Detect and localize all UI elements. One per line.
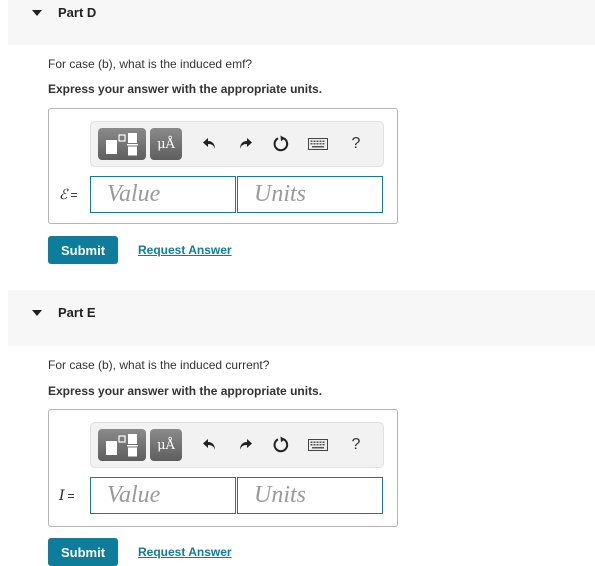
keyboard-button[interactable] <box>306 433 330 457</box>
keyboard-icon <box>308 439 328 451</box>
submit-button[interactable]: Submit <box>48 236 118 264</box>
reset-button[interactable] <box>269 433 293 457</box>
part-d-header[interactable]: Part D <box>8 0 595 45</box>
units-icon: μÅ <box>157 437 175 453</box>
instruction-text: Express your answer with the appropriate… <box>48 384 323 398</box>
variable-label: ℰ = <box>59 187 78 203</box>
value-input[interactable] <box>90 477 236 514</box>
equals-sign: = <box>70 188 78 202</box>
instruction-text: Express your answer with the appropriate… <box>48 82 323 96</box>
help-button[interactable]: ? <box>344 433 368 457</box>
math-toolbar: μÅ ? <box>90 121 384 167</box>
units-button[interactable]: μÅ <box>150 429 182 461</box>
undo-icon <box>203 439 215 450</box>
units-input[interactable] <box>237 477 383 514</box>
math-toolbar: μÅ ? <box>90 422 384 468</box>
templates-icon <box>106 133 138 156</box>
part-title: Part D <box>58 5 97 20</box>
redo-icon <box>240 439 252 450</box>
answer-box: μÅ <box>48 108 398 224</box>
keyboard-icon <box>308 138 328 150</box>
collapse-caret-icon[interactable] <box>32 310 42 316</box>
answer-box: μÅ <box>48 409 398 527</box>
templates-button[interactable] <box>98 128 146 160</box>
question-text: For case (b), what is the induced emf? <box>48 57 253 71</box>
equals-sign: = <box>67 489 75 503</box>
collapse-caret-icon[interactable] <box>32 10 42 16</box>
units-input[interactable] <box>237 176 383 213</box>
undo-button[interactable] <box>198 132 222 156</box>
variable-symbol: ℰ <box>59 187 68 203</box>
part-title: Part E <box>58 305 96 320</box>
redo-icon <box>240 138 252 149</box>
part-e: Part E For case (b), what is the induced… <box>0 290 595 566</box>
reset-icon <box>273 436 289 453</box>
request-answer-link[interactable]: Request Answer <box>138 545 232 559</box>
value-input[interactable] <box>90 176 236 213</box>
question-text: For case (b), what is the induced curren… <box>48 358 270 372</box>
help-icon: ? <box>351 135 361 152</box>
keyboard-button[interactable] <box>306 132 330 156</box>
undo-icon <box>203 138 215 149</box>
submit-button[interactable]: Submit <box>48 538 118 566</box>
help-icon: ? <box>351 436 361 453</box>
variable-label: I = <box>59 488 75 504</box>
help-button[interactable]: ? <box>344 132 368 156</box>
templates-icon <box>106 434 138 457</box>
variable-symbol: I <box>59 488 65 504</box>
reset-icon <box>273 135 289 152</box>
units-button[interactable]: μÅ <box>150 128 182 160</box>
reset-button[interactable] <box>269 132 293 156</box>
templates-button[interactable] <box>98 429 146 461</box>
redo-button[interactable] <box>233 433 257 457</box>
undo-button[interactable] <box>198 433 222 457</box>
units-icon: μÅ <box>157 136 175 152</box>
request-answer-link[interactable]: Request Answer <box>138 243 232 257</box>
part-e-header[interactable]: Part E <box>8 290 595 346</box>
part-d: Part D For case (b), what is the induced… <box>0 0 595 280</box>
redo-button[interactable] <box>233 132 257 156</box>
